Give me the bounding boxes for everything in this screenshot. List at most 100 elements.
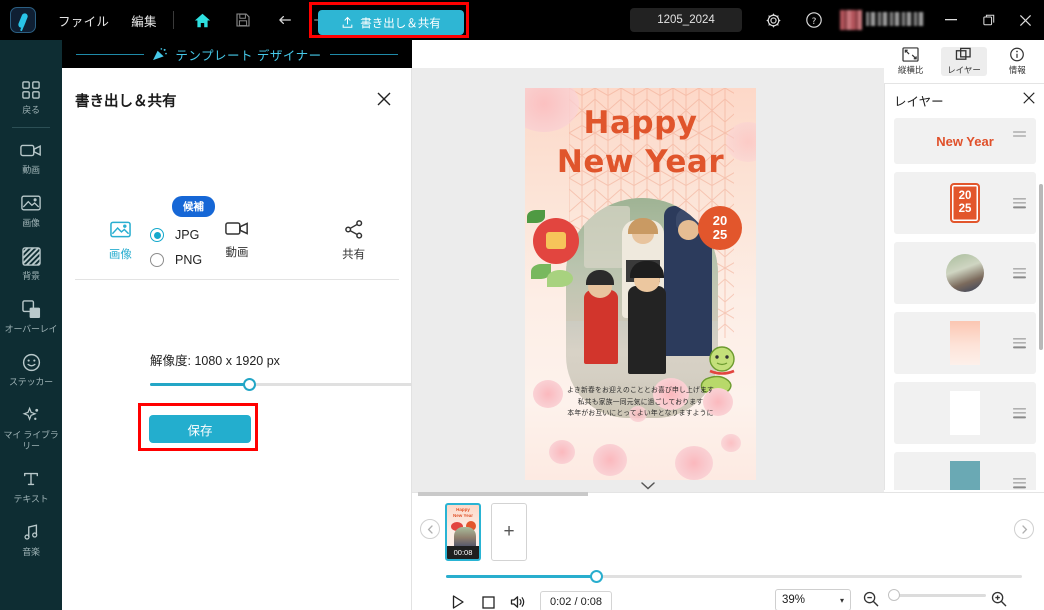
format-option-png[interactable]: PNG [150,253,202,267]
close-icon[interactable] [373,88,395,110]
plum-blossom [593,444,627,476]
gear-icon[interactable] [762,9,784,31]
card-message: よき新春をお迎えのこととお喜び申し上げます 私共も家族一同元気に過ごしております… [525,385,756,420]
sidebar-item-my-library[interactable]: マイ ライブラリー [0,395,62,459]
rail-divider [12,127,50,128]
panel-divider [75,279,399,280]
chevron-left-icon[interactable] [420,519,440,539]
zoom-level-select[interactable]: 39% ▾ [775,589,851,610]
zoom-out-icon[interactable] [860,588,882,610]
chevron-right-icon[interactable] [1014,519,1034,539]
text-t-icon [22,468,40,490]
export-tabs: 画像 動画 共有 [62,220,412,262]
timeline-scrubber[interactable] [446,570,1022,583]
volume-icon[interactable] [508,592,528,610]
chevron-down-icon[interactable] [412,480,884,492]
zoom-level-value: 39% [782,594,806,606]
save-button[interactable]: 保存 [149,415,251,443]
save-disk-icon[interactable] [232,9,254,31]
layer-row-gradient[interactable] [894,312,1036,374]
sidebar-item-sticker[interactable]: ステッカー [0,342,62,395]
band-line-right [329,53,398,55]
tab-layers[interactable]: レイヤー [940,47,987,76]
layers-panel-title: レイヤー [894,94,944,109]
tab-info[interactable]: 情報 [994,47,1040,76]
export-button-highlight: 書き出し＆共有 [309,2,469,38]
drag-handle-icon[interactable] [1013,195,1026,210]
export-share-button[interactable]: 書き出し＆共有 [318,10,464,35]
radio-png[interactable] [150,253,164,267]
menu-file[interactable]: ファイル [58,11,109,30]
radio-jpg[interactable] [150,228,164,242]
home-icon[interactable] [192,9,214,31]
sidebar-item-back[interactable]: 戻る [0,70,62,123]
quality-slider[interactable] [150,378,440,391]
greeting-card-preview[interactable]: Happy New Year 20 25 よき新春をお迎えのこととお喜び申し上げ… [525,88,756,480]
tab-video-label: 動画 [225,247,249,259]
sidebar-item-overlay[interactable]: オーバーレイ [0,289,62,342]
tab-share-label: 共有 [342,249,366,261]
card-message-line-3: 本年がお互いにとってよい年となりますように [567,409,714,417]
background-hatch-icon [21,245,41,267]
year-badge: 20 25 [698,206,742,250]
layer-gradient-thumb [950,321,980,365]
project-filename[interactable]: 1205_2024 [630,8,742,32]
timeline-playhead[interactable] [590,570,603,583]
sidebar-item-image[interactable]: 画像 [0,183,62,236]
format-option-jpg[interactable]: JPG [150,228,199,242]
sidebar-label-background: 背景 [22,271,40,281]
plum-blossom [721,434,741,452]
drag-handle-icon[interactable] [1013,129,1026,140]
layer-year-thumb: 20 25 [950,183,980,223]
layer-row-text[interactable]: New Year [894,118,1036,164]
sidebar-item-background[interactable]: 背景 [0,236,62,289]
music-note-icon [22,521,40,543]
sidebar-label-sticker: ステッカー [8,377,53,387]
undo-icon[interactable] [272,9,294,31]
export-share-label: 書き出し＆共有 [360,17,441,30]
sidebar-label-image: 画像 [22,218,40,228]
sidebar-item-music[interactable]: 音楽 [0,512,62,565]
drag-handle-icon[interactable] [1013,405,1026,420]
layers-panel-header: レイヤー [885,84,1044,116]
layers-panel: レイヤー New Year 20 25 [884,84,1044,490]
zoom-slider[interactable] [888,589,986,601]
layer-list[interactable]: New Year 20 25 [885,118,1044,490]
help-circle-icon[interactable]: ? [803,9,825,31]
drag-handle-icon[interactable] [1013,265,1026,280]
layer-row-photo[interactable] [894,242,1036,304]
horizontal-scrollbar[interactable] [418,492,588,496]
window-close-button[interactable] [1012,8,1038,32]
resolution-text: 解像度: 1080 x 1920 px [150,354,280,368]
window-minimize-button[interactable] [938,8,964,32]
image-icon [21,192,41,214]
layer-row-teal[interactable] [894,452,1036,490]
add-clip-button[interactable]: + [491,503,527,561]
sidebar-item-video[interactable]: 動画 [0,130,62,183]
sidebar-item-text[interactable]: テキスト [0,459,62,512]
card-heading-line2: New Year [556,144,725,180]
layer-teal-thumb [950,461,980,490]
zoom-in-icon[interactable] [988,588,1010,610]
tab-share[interactable]: 共有 [295,220,412,262]
quality-slider-fill [150,383,250,386]
close-icon[interactable] [1022,91,1036,110]
layer-year-top: 20 [958,190,972,202]
menu-edit[interactable]: 編集 [131,11,157,30]
layers-scrollbar[interactable] [1039,184,1043,350]
timeline-clip-thumbnail[interactable]: Happy New Year 00:08 [445,503,481,561]
layer-row-year-badge[interactable]: 20 25 [894,172,1036,234]
tab-aspect-ratio[interactable]: 縦横比 [888,47,934,76]
quality-slider-knob[interactable] [243,378,256,391]
stop-icon[interactable] [478,592,498,610]
chevron-down-icon[interactable]: ▾ [840,596,844,605]
zoom-slider-knob[interactable] [888,589,900,601]
year-top: 20 [712,213,728,228]
drag-handle-icon[interactable] [1013,475,1026,490]
sticker-smiley-icon [22,351,41,373]
play-icon[interactable] [448,592,468,610]
layer-row-white[interactable] [894,382,1036,444]
drag-handle-icon[interactable] [1013,335,1026,350]
user-avatar[interactable] [840,10,862,30]
window-restore-button[interactable] [976,8,1002,32]
